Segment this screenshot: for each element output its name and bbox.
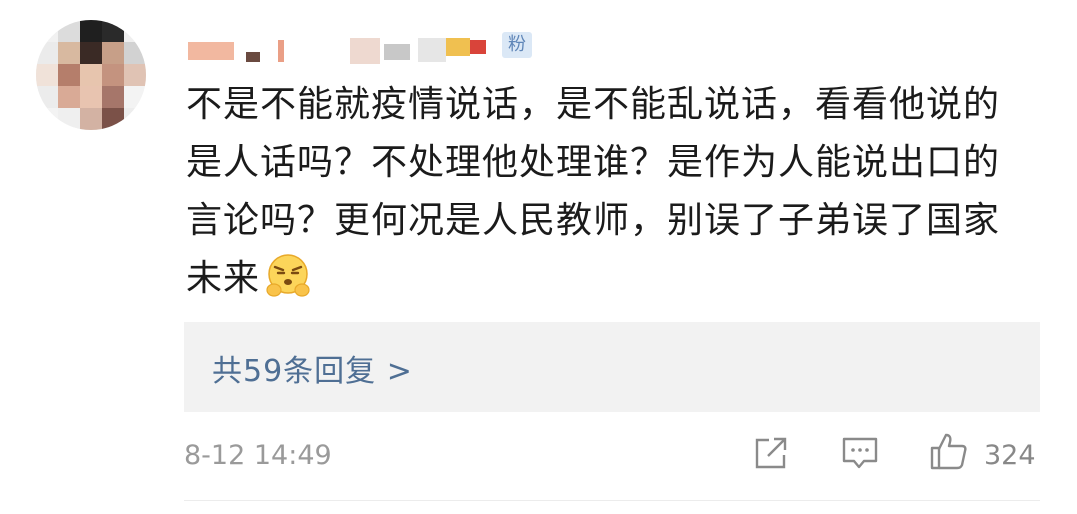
replies-panel: 共59条回复 > bbox=[184, 322, 1040, 412]
divider bbox=[184, 500, 1040, 501]
thumbs-up-icon[interactable] bbox=[928, 430, 970, 472]
username[interactable]: 粉 bbox=[184, 30, 534, 66]
comment-text: 不是不能就疫情说话，是不能乱说话，看看他说的是人话吗？不处理他处理谁？是作为人能… bbox=[186, 76, 1036, 308]
share-icon[interactable] bbox=[752, 434, 790, 472]
timestamp: 8-12 14:49 bbox=[184, 440, 332, 471]
fan-badge: 粉 bbox=[502, 32, 532, 58]
like-count: 324 bbox=[984, 440, 1036, 471]
sulking-face-emoji bbox=[266, 254, 310, 297]
avatar[interactable] bbox=[36, 20, 146, 130]
view-replies-link[interactable]: 共59条回复 > bbox=[212, 346, 413, 390]
comment-icon[interactable] bbox=[840, 434, 880, 472]
